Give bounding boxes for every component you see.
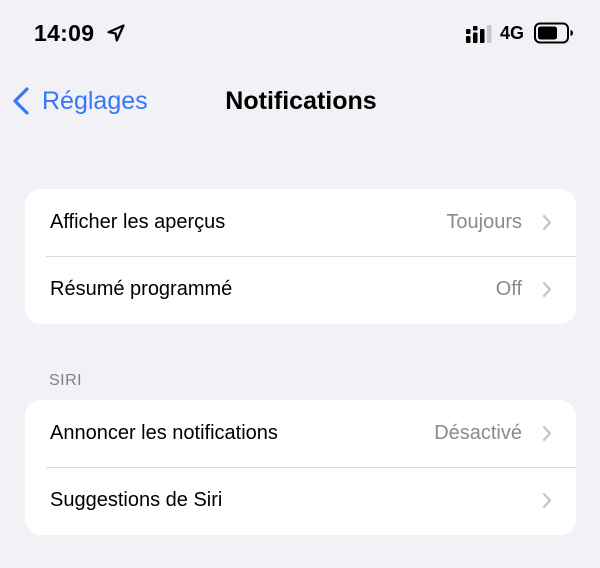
section-header-siri: SIRI <box>49 372 83 389</box>
location-arrow-icon <box>107 24 125 42</box>
status-bar: 14:09 4G <box>0 0 600 70</box>
status-time: 14:09 <box>34 20 95 46</box>
network-type: 4G <box>500 23 525 43</box>
chevron-right-icon <box>542 425 552 442</box>
signal-icon <box>466 25 492 43</box>
settings-group-preview: Afficher les aperçus Toujours Résumé pro… <box>25 189 576 324</box>
row-suggestions-siri[interactable]: Suggestions de Siri <box>25 467 576 534</box>
row-label: Résumé programmé <box>50 278 233 300</box>
battery-icon <box>534 22 573 44</box>
row-value: Toujours <box>446 211 522 233</box>
row-value: Off <box>495 278 522 300</box>
settings-group-siri: Annoncer les notifications Désactivé Sug… <box>25 400 576 535</box>
row-resume-programme[interactable]: Résumé programmé Off <box>25 256 576 323</box>
row-annoncer-notifications[interactable]: Annoncer les notifications Désactivé <box>25 400 576 467</box>
row-afficher-apercus[interactable]: Afficher les aperçus Toujours <box>25 189 576 256</box>
chevron-right-icon <box>542 214 552 231</box>
row-label: Afficher les aperçus <box>50 211 226 233</box>
chevron-right-icon <box>542 281 552 298</box>
page-title: Notifications <box>225 87 377 115</box>
row-label: Annoncer les notifications <box>50 422 278 444</box>
chevron-right-icon <box>542 492 552 509</box>
row-value: Désactivé <box>434 422 522 444</box>
navigation-bar: Réglages Notifications <box>0 70 600 134</box>
row-label: Suggestions de Siri <box>50 489 223 511</box>
